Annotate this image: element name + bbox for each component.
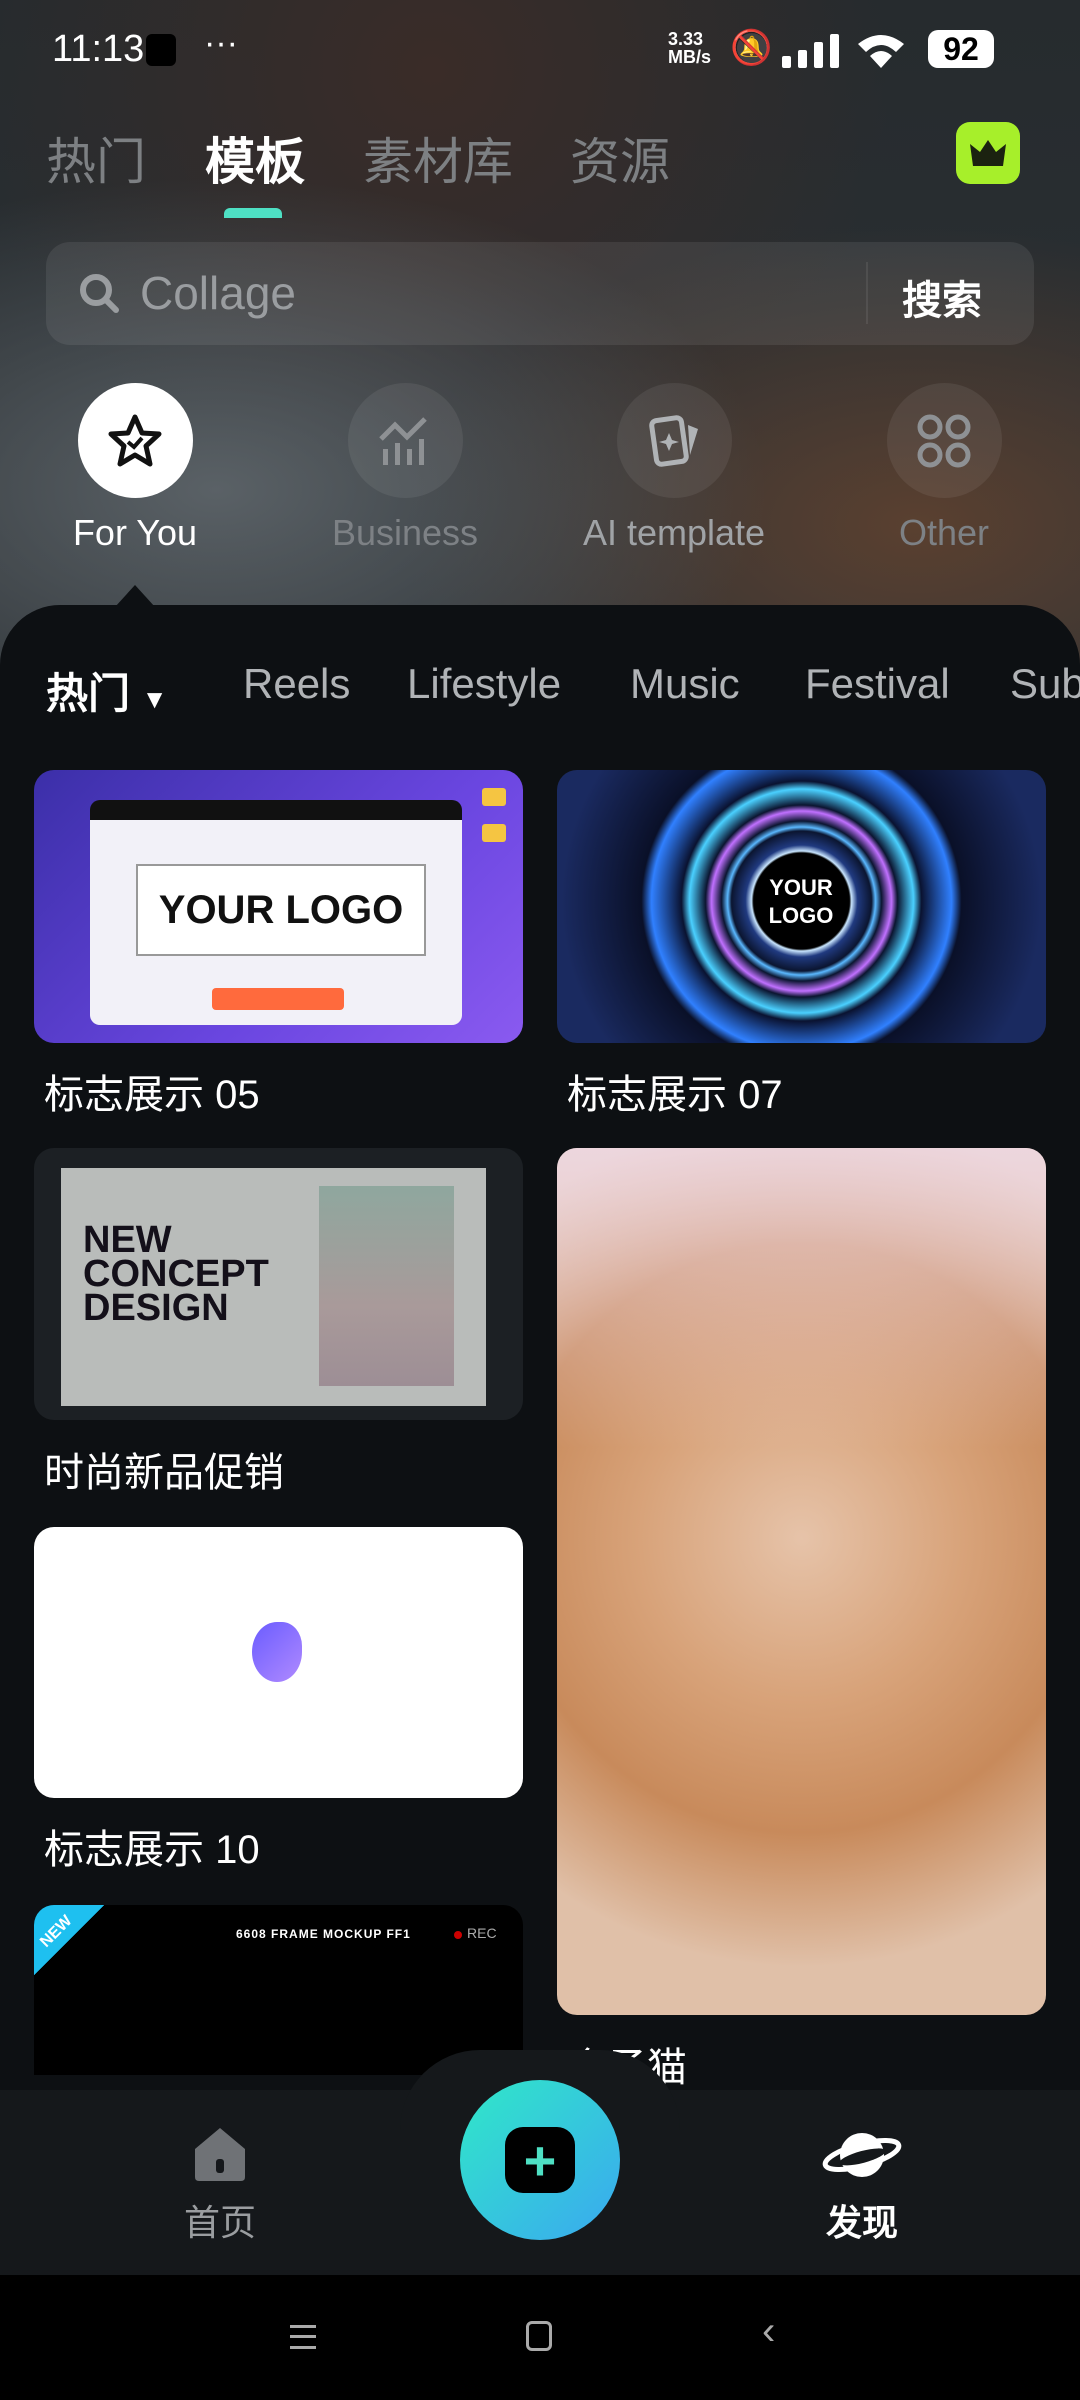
thumb-blob [252, 1622, 302, 1682]
pointer-arrow [115, 585, 155, 607]
status-bar: 11:13 ··· 3.33 MB/s 🔕 92 [0, 24, 1080, 78]
nav-home[interactable]: 首页 [150, 2125, 290, 2246]
filter-festival[interactable]: Festival [805, 660, 950, 708]
divider [866, 262, 868, 324]
card-title: 标志展示 10 [44, 1828, 260, 1872]
category-for-you[interactable]: For You [35, 383, 235, 554]
card-title: 时尚新品促销 [44, 1451, 284, 1495]
rec-dot-icon [454, 1931, 462, 1939]
caret-down-icon: ▼ [141, 684, 168, 714]
filter-music[interactable]: Music [630, 660, 740, 708]
folder-icon [482, 788, 506, 806]
tab-hot[interactable]: 热门 [46, 122, 146, 194]
signal-icon [782, 34, 839, 68]
crown-icon [970, 140, 1006, 166]
home-button-icon[interactable] [526, 2321, 552, 2351]
grid-icon [886, 383, 1002, 498]
filter-reels[interactable]: Reels [243, 660, 350, 708]
thumb-text: YOUR LOGO [768, 875, 834, 928]
thumb-slide: NEW CONCEPT DESIGN [61, 1168, 486, 1406]
header-background [0, 0, 1080, 700]
status-time: 11:13 [52, 28, 145, 70]
search-input[interactable]: Collage [140, 266, 296, 320]
ai-card-icon [616, 383, 732, 498]
template-card[interactable] [557, 1148, 1046, 2015]
card-title: 标志展示 07 [567, 1073, 783, 1117]
thumb-photo [319, 1186, 454, 1386]
category-label: AI template [582, 512, 766, 553]
category-ai-template[interactable]: AI template [574, 383, 774, 554]
battery-icon: 92 [928, 30, 994, 68]
search-icon [80, 274, 119, 313]
system-nav-bar: ‹ [0, 2275, 1080, 2400]
thumb-text: YOUR LOGO [136, 864, 426, 956]
category-business[interactable]: Business [305, 383, 505, 554]
plus-icon: + [505, 2127, 575, 2193]
create-button[interactable]: + [460, 2080, 620, 2240]
tab-resources[interactable]: 资源 [570, 122, 670, 194]
template-card[interactable]: YOUR LOGO [557, 770, 1046, 1043]
category-label: For You [72, 512, 198, 553]
search-button[interactable]: 搜索 [902, 268, 982, 326]
nav-label: 首页 [183, 2202, 256, 2243]
nav-discover[interactable]: 发现 [792, 2125, 932, 2246]
mute-icon: 🔕 [730, 29, 773, 67]
tab-materials[interactable]: 素材库 [363, 122, 513, 194]
thumb-text: 6608 FRAME MOCKUP FF1 [236, 1927, 411, 1941]
back-icon[interactable]: ‹ [762, 2309, 775, 2354]
thumb-toolbar [212, 988, 344, 1010]
template-card[interactable] [34, 1527, 523, 1798]
folder-icon [482, 824, 506, 842]
category-other[interactable]: Other [844, 383, 1044, 554]
thumb-text: NEW CONCEPT DESIGN [83, 1219, 269, 1329]
capcut-icon [146, 34, 176, 66]
active-tab-indicator [224, 208, 282, 218]
net-speed: 3.33 MB/s [668, 29, 712, 67]
rec-label: REC [467, 1925, 497, 1941]
template-card[interactable]: YOUR LOGO [34, 770, 523, 1043]
nav-label: 发现 [825, 2202, 898, 2243]
chart-icon [347, 383, 463, 498]
template-card[interactable]: NEW 6608 FRAME MOCKUP FF1 REC [34, 1905, 523, 2075]
filter-hot[interactable]: 热门 ▼ [46, 660, 167, 721]
category-label: Other [898, 512, 990, 553]
search-bar[interactable]: Collage 搜索 [46, 242, 1034, 345]
more-icon: ··· [204, 24, 238, 62]
filter-sub[interactable]: Sub [1010, 660, 1080, 708]
card-title: 标志展示 05 [44, 1073, 260, 1117]
thumb-sparkle [557, 1148, 1046, 1448]
menu-icon[interactable] [290, 2325, 316, 2349]
wifi-icon [858, 35, 904, 68]
home-icon [195, 2128, 245, 2181]
star-check-icon [77, 383, 193, 498]
vip-crown-button[interactable] [956, 122, 1020, 184]
planet-icon [822, 2133, 902, 2177]
category-label: Business [331, 512, 479, 553]
tab-templates[interactable]: 模板 [205, 122, 305, 194]
filter-lifestyle[interactable]: Lifestyle [407, 660, 561, 708]
template-card[interactable]: NEW CONCEPT DESIGN [34, 1148, 523, 1420]
